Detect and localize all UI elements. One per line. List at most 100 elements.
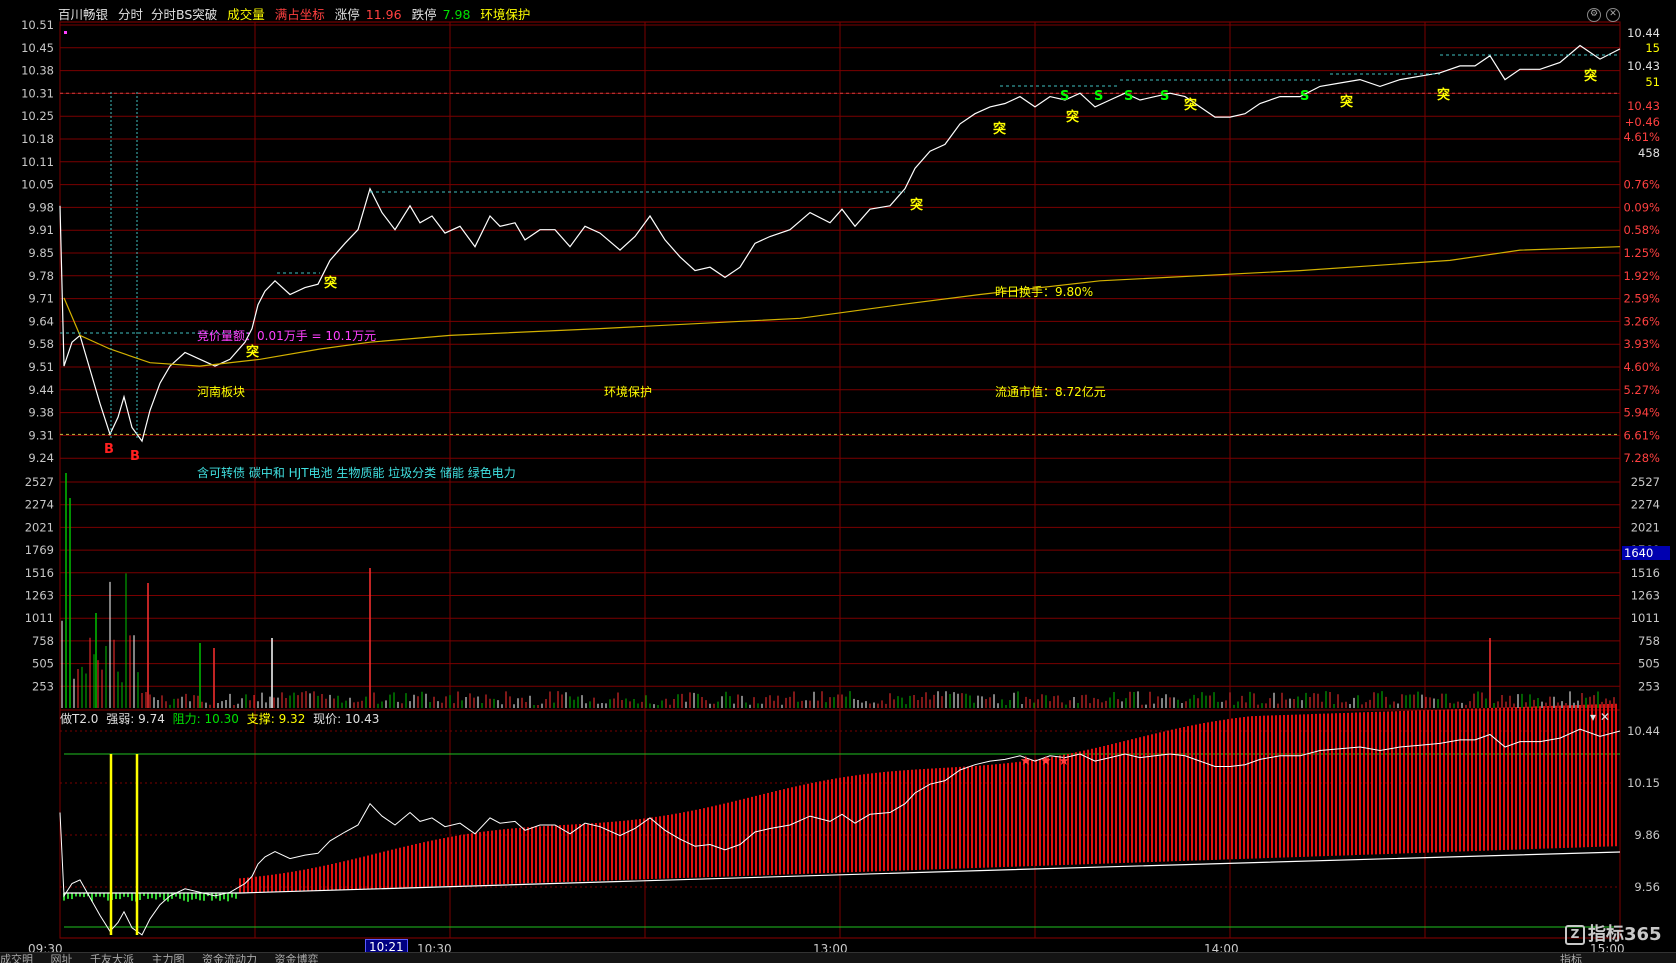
theme-annotation: 环境保护 [604,385,653,399]
price-tick-label: 10.25 [21,109,54,123]
info-panel-value: 15 [1645,41,1660,55]
info-panel-value: 10.44 [1627,26,1660,40]
volume-tick-label-right: 1011 [1631,611,1660,625]
resistance-value: 10.30 [204,712,239,726]
info-panel-value: +0.46 [1625,115,1660,129]
price-tick-label: 10.18 [21,132,54,146]
resistance-label: 阻力: [172,712,201,726]
volume-tick-label-right: 2021 [1631,520,1660,534]
volume-tick-label: 1263 [25,589,54,603]
pct-tick-label: 6.61% [1623,428,1660,442]
buy-signal-mark: B [104,442,114,457]
pct-tick-label: 5.94% [1623,406,1660,420]
region-annotation: 河南板块 [197,385,246,399]
breakout-signal-mark: 突 [910,197,923,213]
volume-tick-label-right: 2527 [1631,475,1660,489]
pct-tick-label: 7.28% [1623,451,1660,465]
pct-tick-label: 0.76% [1623,178,1660,192]
volume-tick-label: 505 [32,657,54,671]
chart-header: 百川畅银 分时 分时BS突破 成交量 满占坐标 涨停 11.96 跌停 7.98… [58,6,536,24]
breakout-signal-mark: 突 [1184,97,1197,113]
pct-tick-label: 2.59% [1623,292,1660,306]
logo-text: 指标365 [1588,924,1662,945]
pct-tick-label: 3.93% [1623,337,1660,351]
support-value: 9.32 [278,712,306,726]
indicator-name[interactable]: 做T2.0 [60,712,98,726]
info-panel-value: 458 [1638,146,1660,160]
breakout-signal-mark: 突 [1584,68,1597,84]
tab-bs-breakout[interactable]: 分时BS突破 [151,7,217,22]
volume-tick-label-right: 1263 [1631,589,1660,603]
price-tick-label: 9.38 [28,406,54,420]
price-tick-label: 9.71 [28,292,54,306]
sell-signal-mark: S [1124,89,1133,104]
price-tick-label: 9.44 [28,383,54,397]
brand-logo: Z 指标365 [1565,920,1662,946]
indicator-star-mark: ★ [1020,754,1032,769]
breakout-signal-mark: 突 [993,121,1006,137]
stock-name[interactable]: 百川畅银 [58,7,108,22]
indicator-header: 做T2.0 强弱: 9.74 阻力: 10.30 支撑: 9.32 现价: 10… [60,711,383,727]
info-panel-value: 51 [1645,75,1660,89]
info-panel-value: 10.43 [1627,59,1660,73]
auction-annotation: 竞价量额：0.01万手 = 10.1万元 [197,329,377,343]
price-tick-label: 10.11 [21,155,54,169]
volume-tick-label: 1011 [25,611,54,625]
breakout-signal-mark: 突 [1066,109,1079,125]
intraday-chart[interactable]: B B突突突突突突突突突S S S S S★ ★ ★ 10.5110.4510.3810.31… [0,0,1676,962]
tab-intraday[interactable]: 分时 [118,7,143,22]
volume-tick-label: 758 [32,634,54,648]
volume-tick-label: 2527 [25,475,54,489]
price-tick-label: 9.98 [28,200,54,214]
price-tick-label: 9.51 [28,360,54,374]
volume-tick-label: 2021 [25,520,54,534]
limit-down-value: 7.98 [442,7,471,22]
settings-icon[interactable]: ⚙ [1587,8,1601,22]
volume-tick-label-right: 758 [1638,634,1660,648]
limit-up-value: 11.96 [365,7,402,22]
pct-tick-label: 0.58% [1623,223,1660,237]
float-cap-annotation: 流通市值：8.72亿元 [995,385,1106,399]
volume-bars [61,473,1615,708]
buy-signal-mark: B [130,449,140,464]
volume-tick-label-right: 1516 [1631,566,1660,580]
indicator-toggle-icon[interactable]: ▾ ✕ [1590,710,1610,724]
price-tick-label: 9.31 [28,428,54,442]
price-tick-label: 9.64 [28,314,54,328]
info-panel-value: 4.61% [1623,130,1660,144]
axis-labels: 10.51 10.45 10.38 10.31 10.25 10.18 10.11 10.05… [21,18,1670,894]
volume-label[interactable]: 成交量 [227,7,265,22]
volume-cursor-value: 1640 [1624,546,1653,560]
limit-down-label: 跌停 [411,7,437,22]
volume-tick-label-right: 505 [1638,657,1660,671]
sell-signal-mark: S [1094,89,1103,104]
price-label: 现价: [313,712,342,726]
pct-tick-label: 4.60% [1623,360,1660,374]
average-price-line [63,246,1621,367]
volume-tick-label: 2274 [25,498,54,512]
indicator-tick-label: 9.56 [1634,880,1660,894]
turnover-annotation: 昨日换手：9.80% [995,285,1094,299]
price-tick-label: 9.91 [28,223,54,237]
pct-tick-label: 3.26% [1623,314,1660,328]
strength-value: 9.74 [138,712,165,726]
price-tick-label: 10.51 [21,18,54,32]
auction-dot [64,31,67,34]
sell-signal-mark: S [1060,89,1069,104]
pct-tick-label: 1.92% [1623,269,1660,283]
indicator-tick-label: 9.86 [1634,828,1660,842]
support-label: 支撑: [246,712,275,726]
volume-tick-label: 1516 [25,566,54,580]
full-coord-label[interactable]: 满占坐标 [275,7,325,22]
breakout-signal-mark: 突 [324,275,337,291]
strength-label: 强弱: [106,712,135,726]
pct-tick-label: 5.27% [1623,383,1660,397]
close-icon[interactable]: ✕ [1606,8,1620,22]
indicator-star-mark: ★ [1040,754,1052,769]
volume-tick-label: 253 [32,679,54,693]
breakout-signal-mark: 突 [246,344,259,360]
volume-tick-label-right: 253 [1638,679,1660,693]
pct-tick-label: 0.09% [1623,200,1660,214]
price-tick-label: 10.45 [21,41,54,55]
price-tick-label: 9.78 [28,269,54,283]
